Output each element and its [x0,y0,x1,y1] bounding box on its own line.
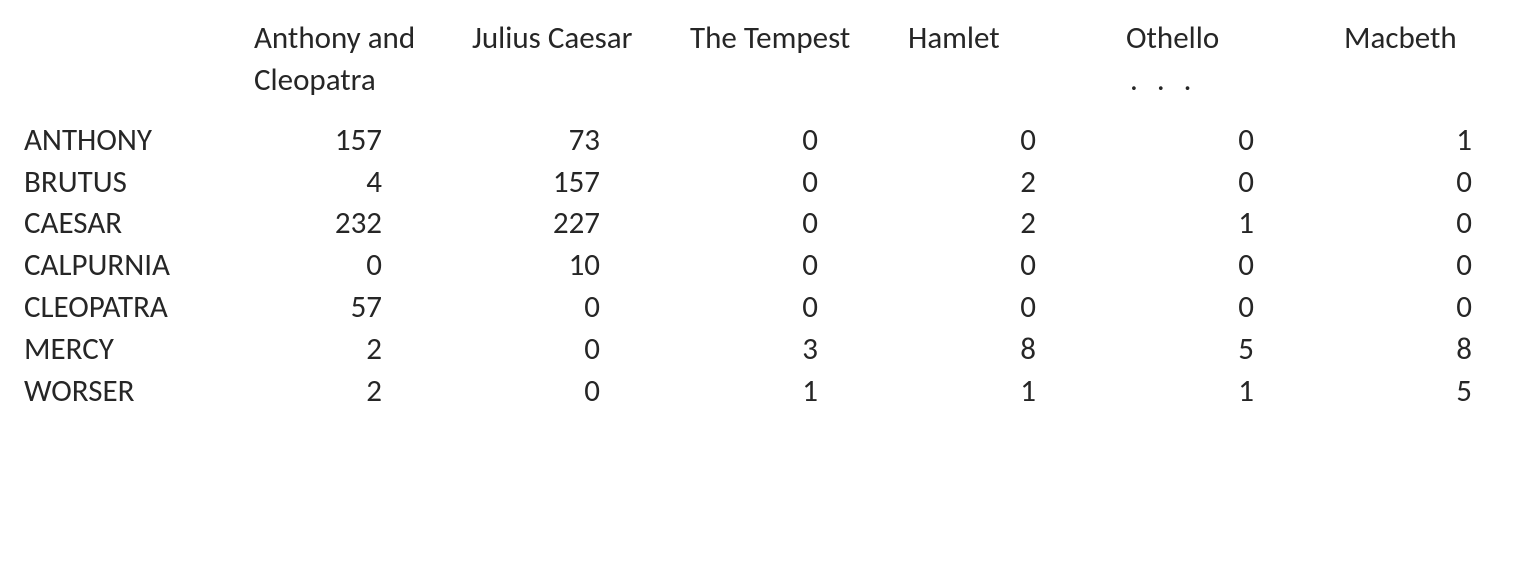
row-label: CAESAR [24,203,254,245]
cell: 0 [1344,162,1538,204]
cell: 157 [254,120,472,162]
cell: 0 [690,120,908,162]
cell: 57 [254,287,472,329]
cell: 0 [690,162,908,204]
cell: 2 [254,371,472,413]
cell: 1 [1344,120,1538,162]
cell: 0 [690,203,908,245]
row-label: BRUTUS [24,162,254,204]
cell: 0 [254,245,472,287]
cell: 2 [908,162,1126,204]
header-blank [24,18,254,120]
cell: 0 [1344,287,1538,329]
column-header: Julius Caesar [472,18,690,120]
row-label: WORSER [24,371,254,413]
table-row: CAESAR 232 227 0 2 1 0 [24,203,1538,245]
cell: 0 [690,287,908,329]
table-row: ANTHONY 157 73 0 0 0 1 [24,120,1538,162]
ellipsis-icon: . . . [1126,61,1198,99]
table-row: BRUTUS 4 157 0 2 0 0 [24,162,1538,204]
cell: 0 [472,371,690,413]
cell: 157 [472,162,690,204]
cell: 3 [690,329,908,371]
cell: 0 [690,245,908,287]
cell: 8 [908,329,1126,371]
cell: 0 [1126,162,1344,204]
column-header-label: Othello [1126,19,1219,57]
cell: 1 [1126,371,1344,413]
cell: 8 [1344,329,1538,371]
cell: 0 [1126,287,1344,329]
cell: 1 [1126,203,1344,245]
cell: 1 [690,371,908,413]
table-row: WORSER 2 0 1 1 1 5 [24,371,1538,413]
cell: 0 [908,287,1126,329]
cell: 0 [1126,245,1344,287]
cell: 232 [254,203,472,245]
table-row: CALPURNIA 0 10 0 0 0 0 [24,245,1538,287]
cell: 2 [254,329,472,371]
cell: 0 [908,245,1126,287]
cell: 73 [472,120,690,162]
table-row: MERCY 2 0 3 8 5 8 [24,329,1538,371]
column-header: The Tempest [690,18,908,120]
header-row: Anthony and Cleopatra Julius Caesar The … [24,18,1538,120]
cell: 0 [908,120,1126,162]
cell: 2 [908,203,1126,245]
cell: 227 [472,203,690,245]
cell: 5 [1126,329,1344,371]
row-label: CALPURNIA [24,245,254,287]
cell: 0 [472,329,690,371]
cell: 0 [1126,120,1344,162]
term-document-matrix: Anthony and Cleopatra Julius Caesar The … [24,18,1538,413]
cell: 0 [1344,245,1538,287]
column-header: Hamlet [908,18,1126,120]
cell: 0 [1344,203,1538,245]
cell: 4 [254,162,472,204]
row-label: CLEOPATRA [24,287,254,329]
row-label: MERCY [24,329,254,371]
table-row: CLEOPATRA 57 0 0 0 0 0 [24,287,1538,329]
cell: 1 [908,371,1126,413]
column-header: Othello . . . [1126,18,1344,120]
cell: 0 [472,287,690,329]
row-label: ANTHONY [24,120,254,162]
column-header: Macbeth [1344,18,1538,120]
column-header: Anthony and Cleopatra [254,18,472,120]
cell: 5 [1344,371,1538,413]
cell: 10 [472,245,690,287]
